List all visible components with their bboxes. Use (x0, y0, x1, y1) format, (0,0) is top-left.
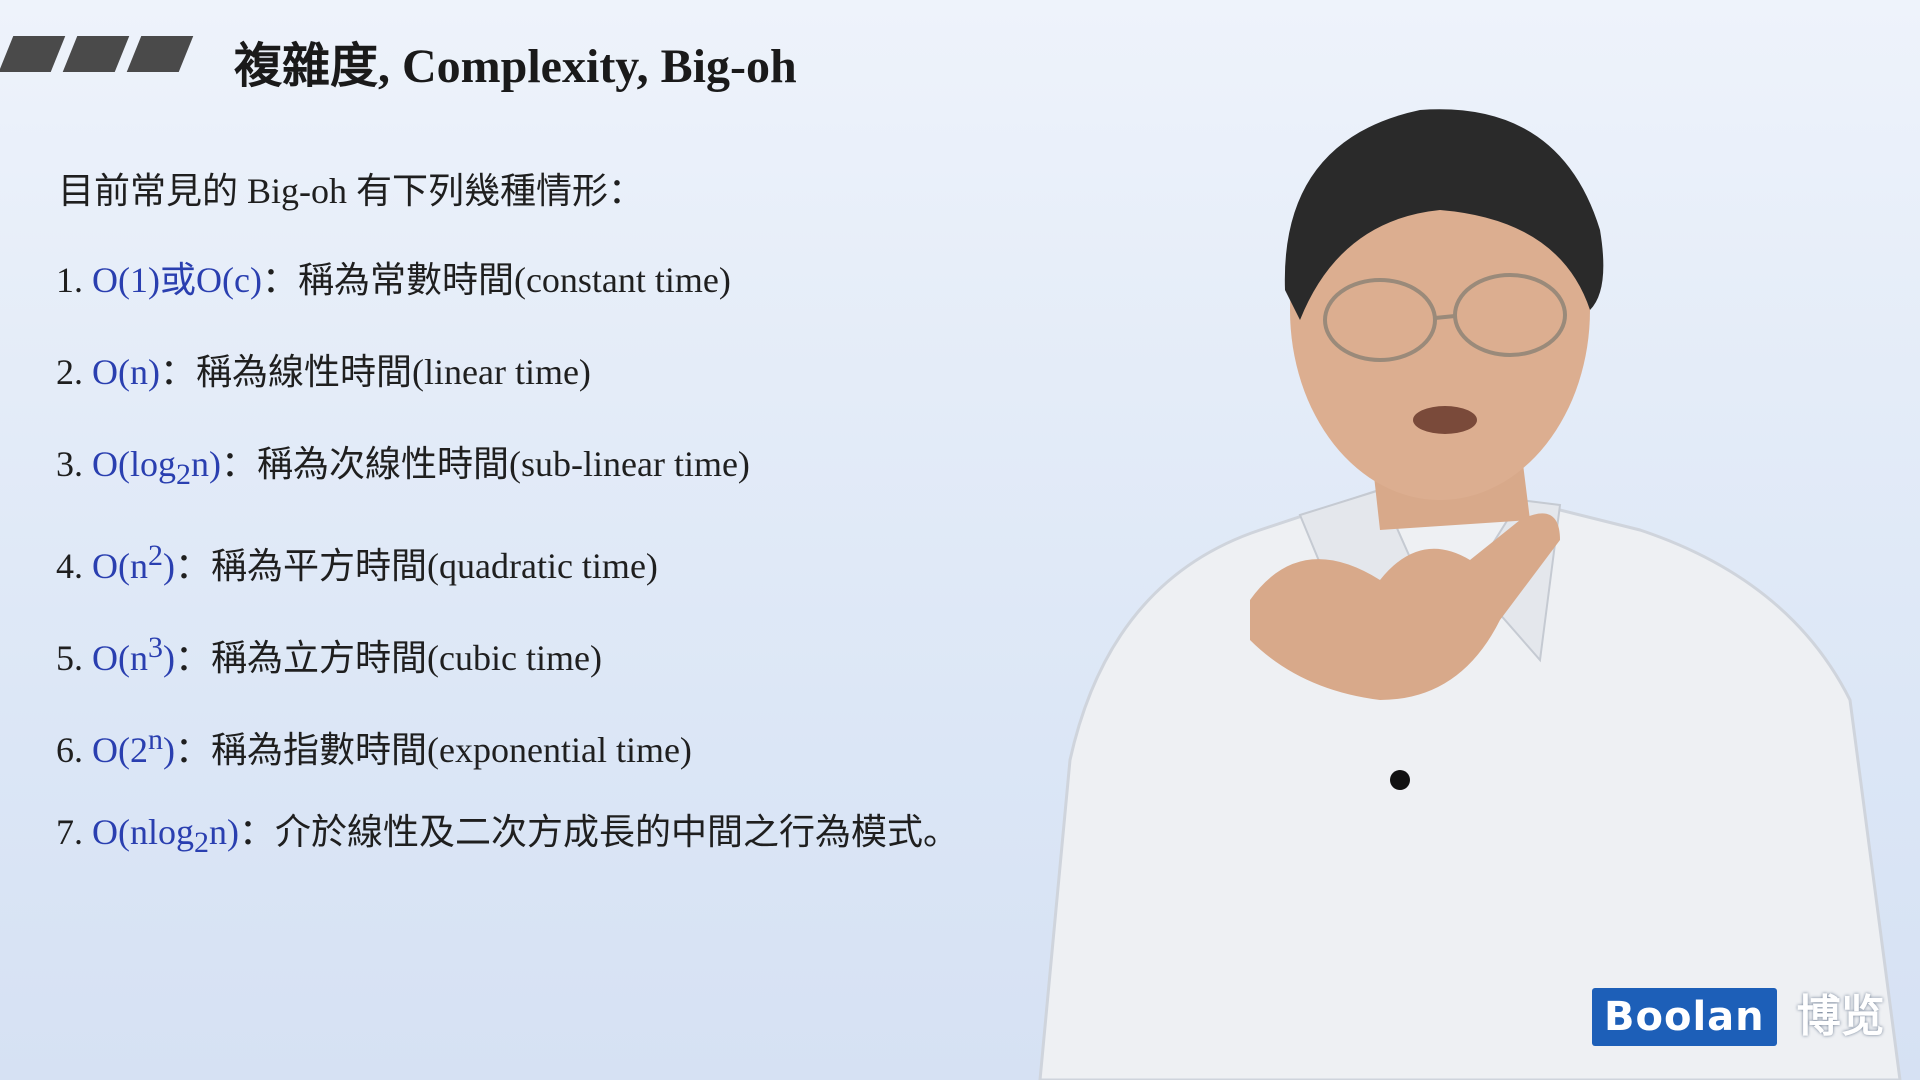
logo-cjk-text: 博览 (1796, 991, 1885, 1042)
item-expression: O(nlog2n) (92, 812, 239, 860)
item-separator: ： (175, 730, 212, 770)
list-item: 5. O(n3)：稱為立方時間(cubic time) (56, 618, 959, 710)
item-number: 2. (56, 352, 83, 392)
slide-intro: 目前常見的 Big-oh 有下列幾種情形： (58, 171, 645, 211)
list-item: 4. O(n2)：稱為平方時間(quadratic time) (56, 526, 959, 618)
item-number: 1. (56, 260, 83, 300)
list-item: 3. O(log2n)：稱為次線性時間(sub-linear time) (56, 434, 959, 526)
complexity-list: 1. O(1)或O(c)：稱為常數時間(constant time) 2. O(… (56, 250, 959, 894)
slide: 複雜度, Complexity, Big-oh 目前常見的 Big-oh 有下列… (0, 0, 1920, 1080)
item-description: 稱為常數時間(constant time) (297, 260, 731, 300)
item-separator: ： (175, 546, 212, 586)
item-expression: O(n3) (92, 631, 175, 678)
item-number: 3. (56, 444, 83, 484)
item-description: 稱為線性時間(linear time) (196, 352, 591, 392)
item-expression: O(2n) (92, 723, 175, 770)
item-expression: O(log2n) (92, 444, 221, 492)
item-number: 6. (56, 730, 83, 770)
presenter-video (1038, 109, 1902, 1080)
item-separator: ： (175, 638, 212, 678)
item-separator: ： (221, 444, 258, 484)
item-expression: O(n) (92, 352, 160, 392)
item-separator: ： (239, 812, 276, 852)
list-item: 2. O(n)：稱為線性時間(linear time) (56, 342, 959, 434)
title-decoration (0, 36, 194, 72)
item-expression: O(n2) (92, 539, 175, 586)
item-description: 稱為立方時間(cubic time) (211, 638, 602, 678)
item-separator: ： (159, 352, 196, 392)
item-number: 5. (56, 638, 83, 678)
list-item: 1. O(1)或O(c)：稱為常數時間(constant time) (56, 250, 959, 342)
item-separator: ： (261, 260, 298, 300)
item-description: 稱為指數時間(exponential time) (211, 730, 692, 770)
item-description: 稱為次線性時間(sub-linear time) (257, 444, 750, 484)
item-number: 7. (56, 812, 83, 852)
item-expression: O(1)或O(c) (92, 260, 262, 300)
item-number: 4. (56, 546, 83, 586)
slide-title: 複雜度, Complexity, Big-oh (234, 40, 797, 93)
item-description: 稱為平方時間(quadratic time) (211, 546, 658, 586)
list-item: 6. O(2n)：稱為指數時間(exponential time) (56, 710, 959, 802)
item-description: 介於線性及二次方成長的中間之行為模式。 (275, 812, 960, 852)
logo-text: Boolan (1592, 988, 1777, 1046)
list-item: 7. O(nlog2n)：介於線性及二次方成長的中間之行為模式。 (56, 802, 959, 894)
brand-logo: Boolan 博览 (1592, 988, 1885, 1046)
